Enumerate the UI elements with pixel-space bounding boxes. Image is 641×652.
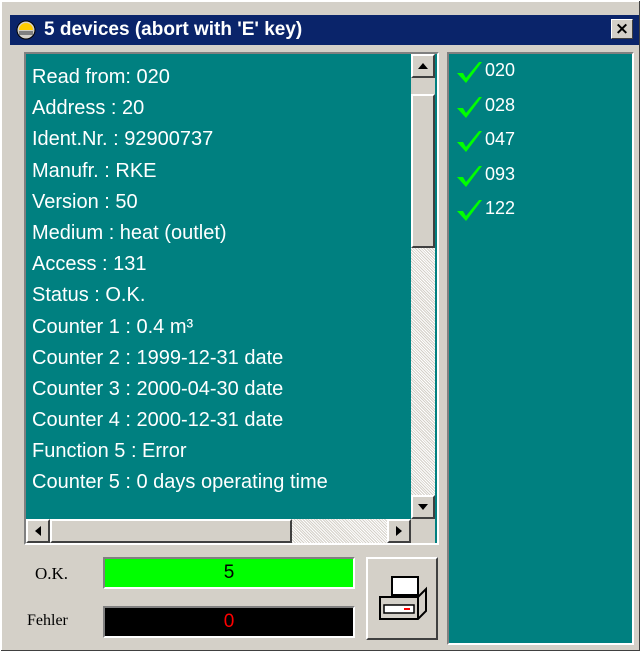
readout-list[interactable]: Read from: 020 Address : 20 Ident.Nr. : 92… xyxy=(24,52,439,545)
readout-line: Function 5 : Error xyxy=(32,440,187,463)
error-label: Fehler xyxy=(27,612,68,629)
readout-line: Medium : heat (outlet) xyxy=(32,221,227,244)
device-id: 020 xyxy=(485,60,516,80)
device-item[interactable]: 020 xyxy=(455,58,625,86)
check-icon xyxy=(457,131,482,152)
close-icon: × xyxy=(614,19,630,39)
device-list[interactable]: 020 028 047 093 122 xyxy=(447,52,634,645)
check-icon xyxy=(457,165,482,187)
readout-line: Status : O.K. xyxy=(32,284,146,307)
ok-count: 5 xyxy=(103,557,355,589)
scroll-down-button[interactable] xyxy=(411,495,435,519)
device-item[interactable]: 122 xyxy=(455,196,625,224)
check-icon xyxy=(457,62,482,83)
readout-line: Version : 50 xyxy=(32,190,138,213)
title-bar[interactable]: 5 devices (abort with 'E' key) × xyxy=(10,15,639,45)
scrollbar-corner xyxy=(411,519,435,543)
device-item[interactable]: 047 xyxy=(455,127,625,155)
arrow-left-icon xyxy=(35,526,41,536)
readout-line: Counter 1 : 0.4 m³ xyxy=(32,315,194,338)
device-readout-window: 5 devices (abort with 'E' key) × Read fr… xyxy=(0,0,641,652)
vertical-scrollbar[interactable] xyxy=(411,54,435,519)
meter-icon xyxy=(16,20,36,40)
printer-icon xyxy=(379,575,427,620)
device-id: 028 xyxy=(485,94,516,115)
readout-line: Read from: 020 xyxy=(32,66,170,88)
check-icon xyxy=(457,96,482,118)
scroll-up-button[interactable] xyxy=(411,54,435,78)
horizontal-scrollbar[interactable] xyxy=(26,519,411,543)
ok-label: O.K. xyxy=(35,564,69,583)
scroll-left-button[interactable] xyxy=(26,519,50,543)
device-item[interactable]: 028 xyxy=(455,93,625,121)
window-title: 5 devices (abort with 'E' key) xyxy=(44,19,303,40)
device-id: 122 xyxy=(485,198,516,218)
readout-line: Address : 20 xyxy=(32,97,145,120)
horizontal-scroll-thumb[interactable] xyxy=(50,519,292,543)
print-button[interactable] xyxy=(366,557,438,640)
scroll-right-button[interactable] xyxy=(387,519,411,543)
device-id: 093 xyxy=(485,163,516,184)
arrow-right-icon xyxy=(396,526,402,536)
readout-lines: Read from: 020 Address : 20 Ident.Nr. : 92… xyxy=(32,62,408,517)
readout-line: Counter 2 : 1999-12-31 date xyxy=(32,346,284,369)
device-item[interactable]: 093 xyxy=(455,162,625,190)
readout-line: Counter 3 : 2000-04-30 date xyxy=(32,377,284,400)
readout-line: Counter 4 : 2000-12-31 date xyxy=(32,409,284,432)
arrow-down-icon xyxy=(418,504,428,510)
error-count: 0 xyxy=(103,606,355,638)
readout-line: Manufr. : RKE xyxy=(32,159,157,182)
arrow-up-icon xyxy=(418,63,428,69)
readout-line: Counter 5 : 0 days operating time xyxy=(32,471,328,494)
close-button[interactable]: × xyxy=(611,19,633,39)
readout-line: Ident.Nr. : 92900737 xyxy=(32,128,214,151)
readout-line: Access : 131 xyxy=(32,253,147,276)
device-id: 047 xyxy=(485,129,516,149)
vertical-scroll-thumb[interactable] xyxy=(411,94,435,248)
check-icon xyxy=(457,200,482,221)
